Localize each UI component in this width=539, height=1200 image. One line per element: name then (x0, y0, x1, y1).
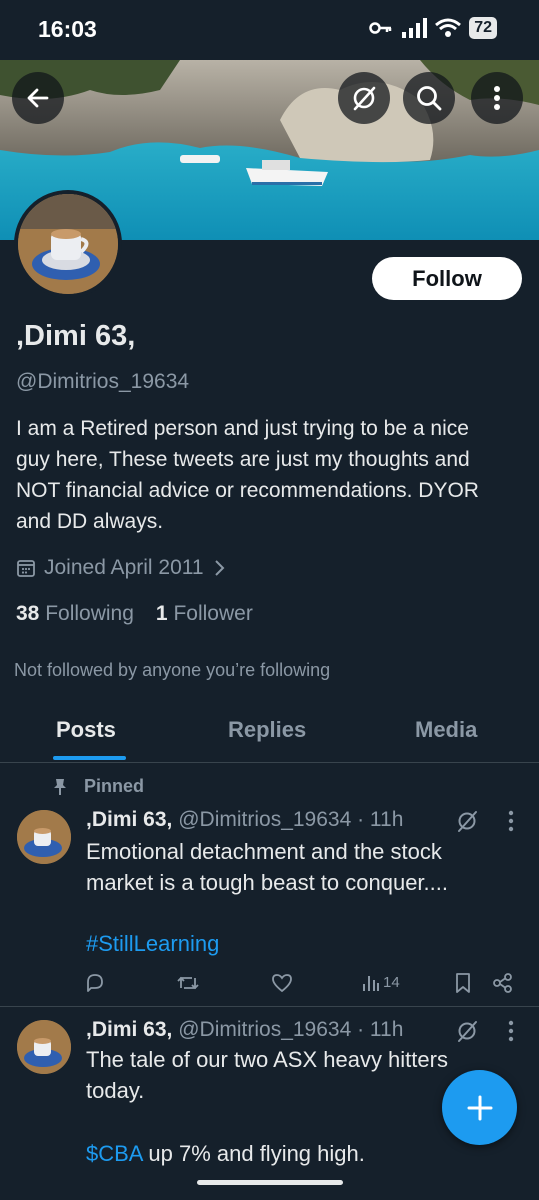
followers-label: Follower (173, 602, 253, 625)
tab-media[interactable]: Media (415, 717, 477, 743)
bookmark-icon (456, 973, 470, 993)
views-icon (363, 976, 379, 991)
tweet-text-rest: up 7% and flying high. (142, 1141, 365, 1166)
not-followed-note: Not followed by anyone you’re following (14, 660, 331, 680)
following-count: 38 (16, 602, 40, 625)
signal-icon (402, 18, 428, 38)
grok-button[interactable] (338, 72, 390, 124)
followers-link[interactable]: 1 Follower (156, 602, 253, 626)
profile-handle: @Dimitrios_19634 (16, 370, 190, 393)
tweet-meta: @Dimitrios_19634 · 11h (178, 1018, 404, 1041)
calendar-icon (17, 560, 35, 577)
avatar-image (18, 194, 118, 294)
follow-button[interactable]: Follow (372, 257, 522, 300)
home-indicator[interactable] (197, 1180, 343, 1185)
grok-icon[interactable] (455, 809, 479, 833)
joined-text: Joined April 2011 (44, 556, 204, 579)
retweet-button[interactable] (176, 972, 200, 994)
search-icon (417, 86, 442, 111)
heart-icon (272, 974, 292, 993)
tweet-meta: @Dimitrios_19634 · 11h (178, 808, 404, 831)
profile-tabs: Posts Replies Media (0, 700, 539, 763)
more-vertical-icon[interactable] (508, 1020, 514, 1042)
chevron-right-icon (214, 560, 224, 576)
tweet[interactable]: Pinned ,Dimi 63, @Dimitrios_19634 · 11h … (0, 762, 539, 1006)
tab-posts[interactable]: Posts (56, 717, 116, 743)
following-label: Following (45, 602, 134, 625)
wifi-icon (435, 18, 462, 37)
share-icon (493, 973, 512, 993)
cashtag-link[interactable]: $CBA (86, 1141, 142, 1166)
plus-icon (467, 1095, 492, 1120)
avatar[interactable] (17, 1020, 71, 1074)
avatar-image (17, 810, 71, 864)
followers-count: 1 (155, 602, 168, 625)
follow-counts: 38 Following 1 Follower (16, 602, 253, 626)
back-arrow-icon (27, 88, 49, 108)
tweet-header: ,Dimi 63, @Dimitrios_19634 · 11h (86, 1018, 403, 1042)
profile-bio: I am a Retired person and just trying to… (16, 417, 479, 533)
pinned-label: Pinned (84, 776, 145, 796)
more-vertical-icon (494, 86, 500, 110)
reply-icon (87, 974, 103, 992)
views-count: 14 (383, 973, 400, 991)
vpn-key-icon (369, 22, 392, 34)
avatar[interactable] (17, 810, 71, 864)
like-button[interactable] (271, 972, 293, 994)
compose-button[interactable] (442, 1070, 517, 1145)
tweet-text-line: $CBA up 7% and flying high. (86, 1138, 506, 1169)
reply-button[interactable] (84, 972, 106, 994)
share-button[interactable] (492, 972, 514, 994)
pin-icon (54, 778, 66, 795)
tweet-text: The tale of our two ASX heavy hitters to… (86, 1047, 448, 1103)
display-name: ,Dimi 63, (16, 320, 136, 352)
more-vertical-icon[interactable] (508, 810, 514, 832)
following-link[interactable]: 38 Following (16, 602, 134, 626)
tweet-author-name[interactable]: ,Dimi 63, (86, 1018, 172, 1041)
back-button[interactable] (12, 72, 64, 124)
tweet-text: Emotional detachment and the stock marke… (86, 839, 448, 895)
tweet-actions: 14 (84, 972, 524, 996)
search-button[interactable] (403, 72, 455, 124)
battery-indicator: 72 (469, 17, 497, 39)
active-tab-indicator (53, 756, 126, 760)
grok-icon (353, 86, 376, 111)
tweet-author-name[interactable]: ,Dimi 63, (86, 808, 172, 831)
hashtag-link[interactable]: #StillLearning (86, 928, 506, 959)
views-button[interactable]: 14 (362, 972, 400, 992)
bookmark-button[interactable] (454, 972, 472, 994)
status-bar: 16:03 72 (0, 0, 539, 60)
profile-avatar[interactable] (14, 190, 122, 298)
pinned-indicator: Pinned (52, 776, 144, 797)
retweet-icon (177, 976, 199, 990)
joined-date[interactable]: Joined April 2011 (16, 556, 226, 580)
status-icons: 72 (369, 17, 497, 39)
avatar-image (17, 1020, 71, 1074)
more-button[interactable] (471, 72, 523, 124)
tweet-header: ,Dimi 63, @Dimitrios_19634 · 11h (86, 808, 403, 832)
tab-replies[interactable]: Replies (228, 717, 306, 743)
grok-icon[interactable] (455, 1019, 479, 1043)
status-time: 16:03 (38, 16, 97, 42)
